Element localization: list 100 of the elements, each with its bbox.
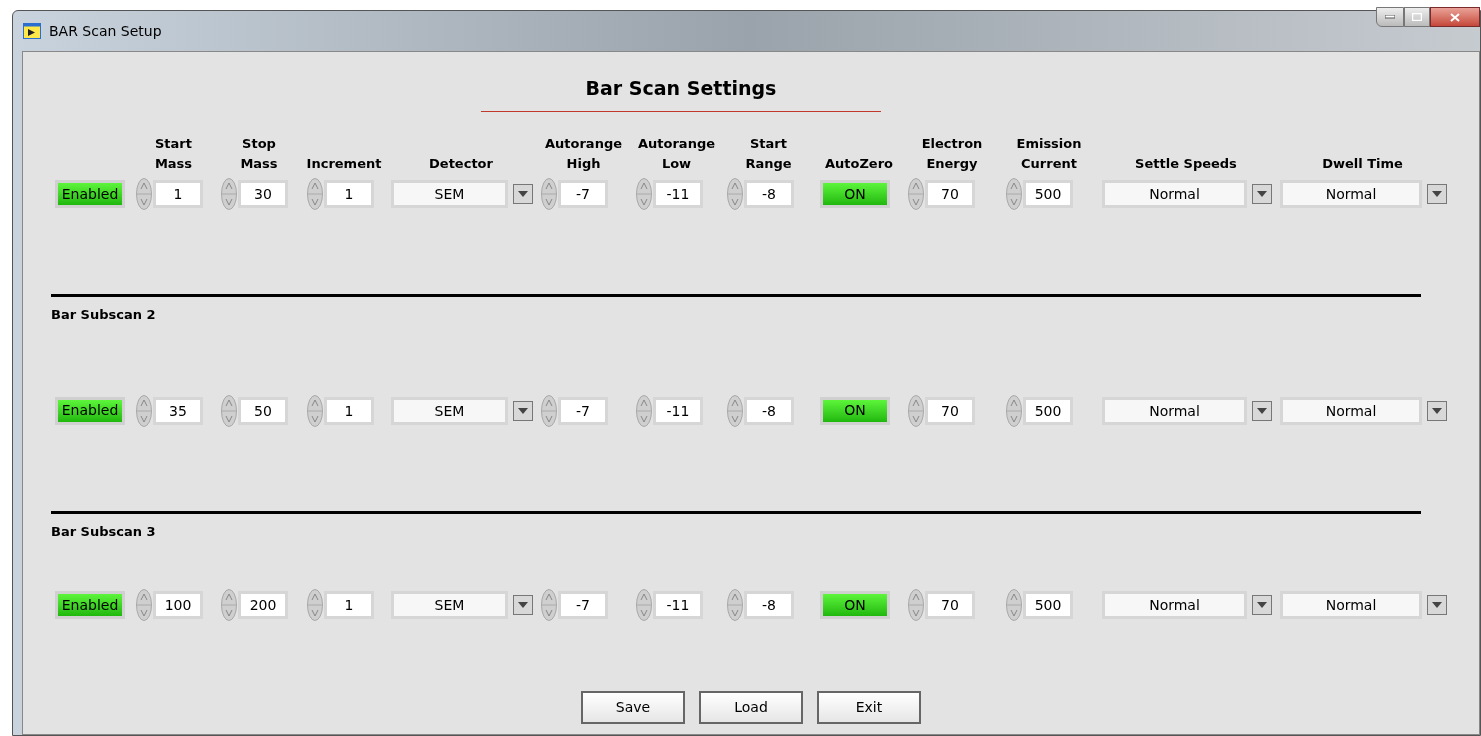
toggle-button[interactable]: Enabled [55, 591, 125, 619]
toggle-button[interactable]: Enabled [55, 396, 125, 425]
caret-down-icon [1432, 602, 1442, 608]
dropdown-field[interactable]: Normal [1102, 180, 1247, 208]
dropdown-field[interactable]: Normal [1280, 396, 1422, 425]
caret-down-icon [1432, 191, 1442, 197]
number-field[interactable]: 50 [238, 396, 288, 425]
dropdown-field[interactable]: SEM [391, 396, 508, 425]
spinner-arrows-icon[interactable] [541, 589, 557, 621]
number-field[interactable]: 500 [1023, 180, 1073, 208]
number-field[interactable]: 35 [153, 396, 203, 425]
dropdown-button[interactable] [513, 595, 533, 615]
spinner-arrows-icon[interactable] [636, 178, 652, 210]
number-field[interactable]: 30 [238, 180, 288, 208]
spinner-arrows-icon[interactable] [221, 589, 237, 621]
spinner-arrows-icon[interactable] [908, 589, 924, 621]
number-field[interactable]: -11 [653, 396, 703, 425]
spinner-arrows-icon[interactable] [307, 178, 323, 210]
dropdown-button[interactable] [1252, 400, 1272, 421]
number-field[interactable]: -11 [653, 180, 703, 208]
dropdown-button[interactable] [513, 400, 533, 421]
caret-down-icon [1257, 407, 1267, 414]
toggle-button[interactable]: ON [820, 180, 890, 208]
number-field[interactable]: 70 [925, 591, 975, 619]
number-field[interactable]: 100 [153, 591, 203, 619]
column-label: Start Range [745, 135, 792, 173]
spinner-arrows-icon[interactable] [136, 394, 152, 427]
spinner-arrows-icon[interactable] [1006, 589, 1022, 621]
spinner-arrows-icon[interactable] [221, 394, 237, 427]
column-label: Autorange High [545, 135, 622, 173]
dropdown-field[interactable]: SEM [391, 180, 508, 208]
maximize-button[interactable] [1404, 7, 1430, 27]
spinner-arrows-icon[interactable] [908, 178, 924, 210]
number-field[interactable]: 500 [1023, 591, 1073, 619]
section-label: Bar Subscan 2 [51, 306, 157, 324]
dropdown-field[interactable]: SEM [391, 591, 508, 619]
dropdown-field[interactable]: Normal [1280, 180, 1422, 208]
column-label: Emission Current [1016, 135, 1082, 173]
spinner-arrows-icon[interactable] [1006, 394, 1022, 427]
number-field[interactable]: -7 [558, 591, 608, 619]
number-field[interactable]: 500 [1023, 396, 1073, 425]
column-label: Start Mass [154, 135, 193, 173]
dropdown-button[interactable] [1427, 400, 1447, 421]
close-button[interactable] [1430, 7, 1480, 27]
dropdown-field[interactable]: Normal [1102, 396, 1247, 425]
column-label: Detector [429, 155, 493, 173]
spinner-arrows-icon[interactable] [307, 589, 323, 621]
dropdown-button[interactable] [1427, 595, 1447, 615]
spinner-arrows-icon[interactable] [221, 178, 237, 210]
close-icon [1450, 12, 1460, 22]
spinner-arrows-icon[interactable] [908, 394, 924, 427]
number-field[interactable]: -7 [558, 180, 608, 208]
dropdown-button[interactable] [1427, 184, 1447, 204]
number-field[interactable]: 1 [153, 180, 203, 208]
number-field[interactable]: -8 [744, 180, 794, 208]
spinner-arrows-icon[interactable] [636, 394, 652, 427]
spinner-arrows-icon[interactable] [1006, 178, 1022, 210]
spinner-arrows-icon[interactable] [541, 178, 557, 210]
window-title: BAR Scan Setup [49, 21, 162, 41]
caret-down-icon [518, 407, 528, 414]
number-field[interactable]: 1 [324, 591, 374, 619]
toggle-button[interactable]: ON [820, 396, 890, 425]
toggle-button[interactable]: Enabled [55, 180, 125, 208]
column-label: Electron Energy [921, 135, 983, 173]
number-field[interactable]: -8 [744, 591, 794, 619]
number-field[interactable]: -7 [558, 396, 608, 425]
number-field[interactable]: -11 [653, 591, 703, 619]
spinner-arrows-icon[interactable] [136, 589, 152, 621]
spinner-arrows-icon[interactable] [307, 394, 323, 427]
number-field[interactable]: 70 [925, 180, 975, 208]
spinner-arrows-icon[interactable] [727, 589, 743, 621]
dropdown-field[interactable]: Normal [1102, 591, 1247, 619]
action-button[interactable]: Load [699, 691, 803, 724]
column-label: Dwell Time [1322, 155, 1403, 173]
dropdown-button[interactable] [513, 184, 533, 204]
column-label: Settle Speeds [1135, 155, 1237, 173]
dropdown-button[interactable] [1252, 184, 1272, 204]
section-label: Bar Subscan 3 [51, 522, 157, 541]
minimize-button[interactable] [1376, 7, 1404, 27]
action-button[interactable]: Save [581, 691, 685, 724]
number-field[interactable]: 70 [925, 396, 975, 425]
caret-down-icon [1257, 191, 1267, 197]
minimize-icon [1385, 15, 1395, 19]
number-field[interactable]: 1 [324, 180, 374, 208]
number-field[interactable]: 200 [238, 591, 288, 619]
maximize-icon [1412, 13, 1422, 21]
number-field[interactable]: -8 [744, 396, 794, 425]
caret-down-icon [1257, 602, 1267, 608]
spinner-arrows-icon[interactable] [727, 178, 743, 210]
spinner-arrows-icon[interactable] [541, 394, 557, 427]
dropdown-button[interactable] [1252, 595, 1272, 615]
caret-down-icon [1432, 407, 1442, 414]
spinner-arrows-icon[interactable] [136, 178, 152, 210]
toggle-button[interactable]: ON [820, 591, 890, 619]
spinner-arrows-icon[interactable] [727, 394, 743, 427]
action-button[interactable]: Exit [817, 691, 921, 724]
app-icon [23, 23, 41, 39]
dropdown-field[interactable]: Normal [1280, 591, 1422, 619]
number-field[interactable]: 1 [324, 396, 374, 425]
spinner-arrows-icon[interactable] [636, 589, 652, 621]
